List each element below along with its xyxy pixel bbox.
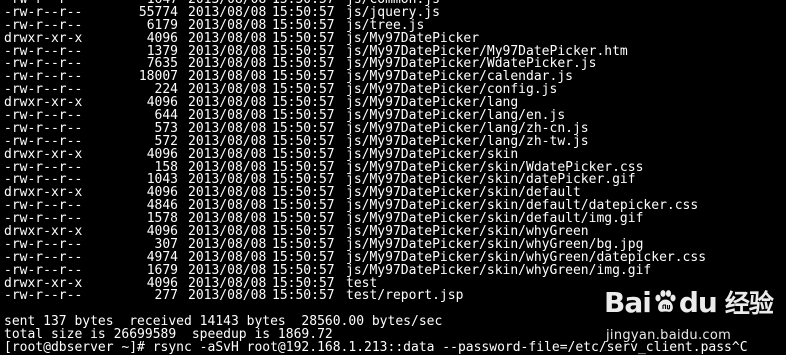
watermark-url: jingyan.baidu.com — [606, 328, 732, 343]
baidu-logo: Bai du 经验 — [604, 285, 774, 319]
time-cell: 15:50:57 — [272, 288, 335, 304]
baidu-logo-text-left: Bai — [604, 285, 652, 319]
date-cell: 2013/08/08 — [188, 288, 267, 304]
listing-row: -rw-r--r-- 1679 2013/08/08 15:50:57 js/My97D… — [0, 262, 786, 278]
file-listing: -rw-r--r--16472013/08/0815:50:57js/commo… — [0, 0, 786, 303]
path-cell: test/report.jsp — [346, 288, 464, 304]
paw-icon — [655, 290, 676, 312]
permissions-cell: -rw-r--r-- — [4, 288, 83, 304]
jingyan-label: 经验 — [724, 289, 774, 318]
baidu-logo-text-right: du — [678, 285, 718, 319]
baidu-jingyan-watermark: Bai du 经验 jingyan.baidu.com — [604, 284, 784, 352]
path-cell: js/My97DatePicker/skin/whyGreen/img.gif — [346, 262, 652, 278]
size-cell: 277 — [154, 288, 178, 304]
